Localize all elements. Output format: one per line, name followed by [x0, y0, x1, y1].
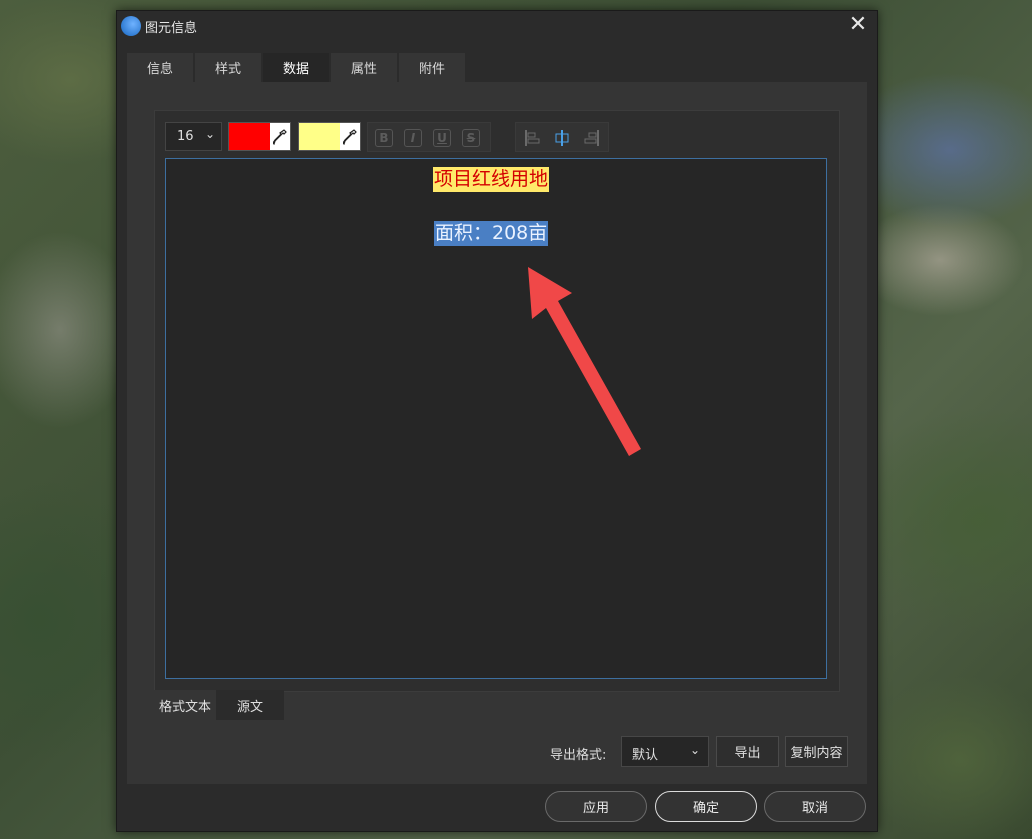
- export-button[interactable]: 导出: [716, 736, 779, 767]
- tab-source[interactable]: 源文: [216, 690, 284, 720]
- tab-formatted-text[interactable]: 格式文本: [154, 690, 216, 720]
- text-color-swatch[interactable]: [229, 123, 270, 150]
- eyedropper-icon[interactable]: [270, 123, 290, 150]
- editor-mode-tabs: 格式文本 源文: [154, 690, 284, 720]
- apply-button[interactable]: 应用: [545, 791, 647, 822]
- close-button[interactable]: ✕: [845, 13, 871, 39]
- title-bar[interactable]: 图元信息 ✕: [117, 11, 877, 41]
- italic-button[interactable]: I: [404, 129, 422, 147]
- element-info-dialog: 图元信息 ✕ 信息 样式 数据 属性 附件 16 ⌄ B I U S 项目红线用…: [116, 10, 878, 832]
- text-format-group: B I U S: [367, 122, 491, 152]
- export-format-value: 默认: [632, 748, 659, 763]
- export-format-label: 导出格式:: [550, 748, 607, 763]
- text-color-picker[interactable]: [228, 122, 291, 151]
- chevron-down-icon: ⌄: [204, 127, 215, 141]
- background-color-swatch[interactable]: [299, 123, 340, 150]
- tab-style[interactable]: 样式: [195, 53, 261, 82]
- window-title: 图元信息: [145, 21, 198, 36]
- tab-attachments[interactable]: 附件: [399, 53, 465, 82]
- tab-info[interactable]: 信息: [127, 53, 193, 82]
- chevron-down-icon: ⌄: [689, 743, 700, 757]
- font-size-value: 16: [177, 129, 194, 144]
- data-tab-content: 16 ⌄ B I U S 项目红线用地 面积：208亩 格式文本 源文 导出格式…: [127, 82, 867, 784]
- font-size-select[interactable]: 16 ⌄: [165, 122, 222, 151]
- bold-button[interactable]: B: [375, 129, 393, 147]
- red-arrow-annotation: [528, 267, 641, 456]
- background-color-picker[interactable]: [298, 122, 361, 151]
- tab-data[interactable]: 数据: [263, 53, 329, 82]
- tab-attributes[interactable]: 属性: [331, 53, 397, 82]
- export-format-select[interactable]: 默认 ⌄: [621, 736, 709, 767]
- app-logo-icon: [121, 16, 141, 36]
- underline-button[interactable]: U: [433, 129, 451, 147]
- export-row: 导出格式: 默认 ⌄ 导出 复制内容: [127, 736, 867, 768]
- align-left-icon[interactable]: [524, 129, 542, 147]
- align-center-icon[interactable]: [553, 129, 571, 147]
- rich-text-editor-panel: 16 ⌄ B I U S 项目红线用地 面积：208亩: [154, 110, 840, 692]
- tab-bar: 信息 样式 数据 属性 附件: [127, 53, 467, 83]
- rich-text-editor[interactable]: 项目红线用地 面积：208亩: [165, 158, 827, 679]
- ok-button[interactable]: 确定: [655, 791, 757, 822]
- cancel-button[interactable]: 取消: [764, 791, 866, 822]
- alignment-group: [515, 122, 609, 152]
- strikethrough-button[interactable]: S: [462, 129, 480, 147]
- editor-line-area[interactable]: 面积：208亩: [434, 221, 549, 246]
- editor-line-title[interactable]: 项目红线用地: [433, 167, 550, 192]
- align-right-icon[interactable]: [582, 129, 600, 147]
- eyedropper-icon[interactable]: [340, 123, 360, 150]
- copy-content-button[interactable]: 复制内容: [785, 736, 848, 767]
